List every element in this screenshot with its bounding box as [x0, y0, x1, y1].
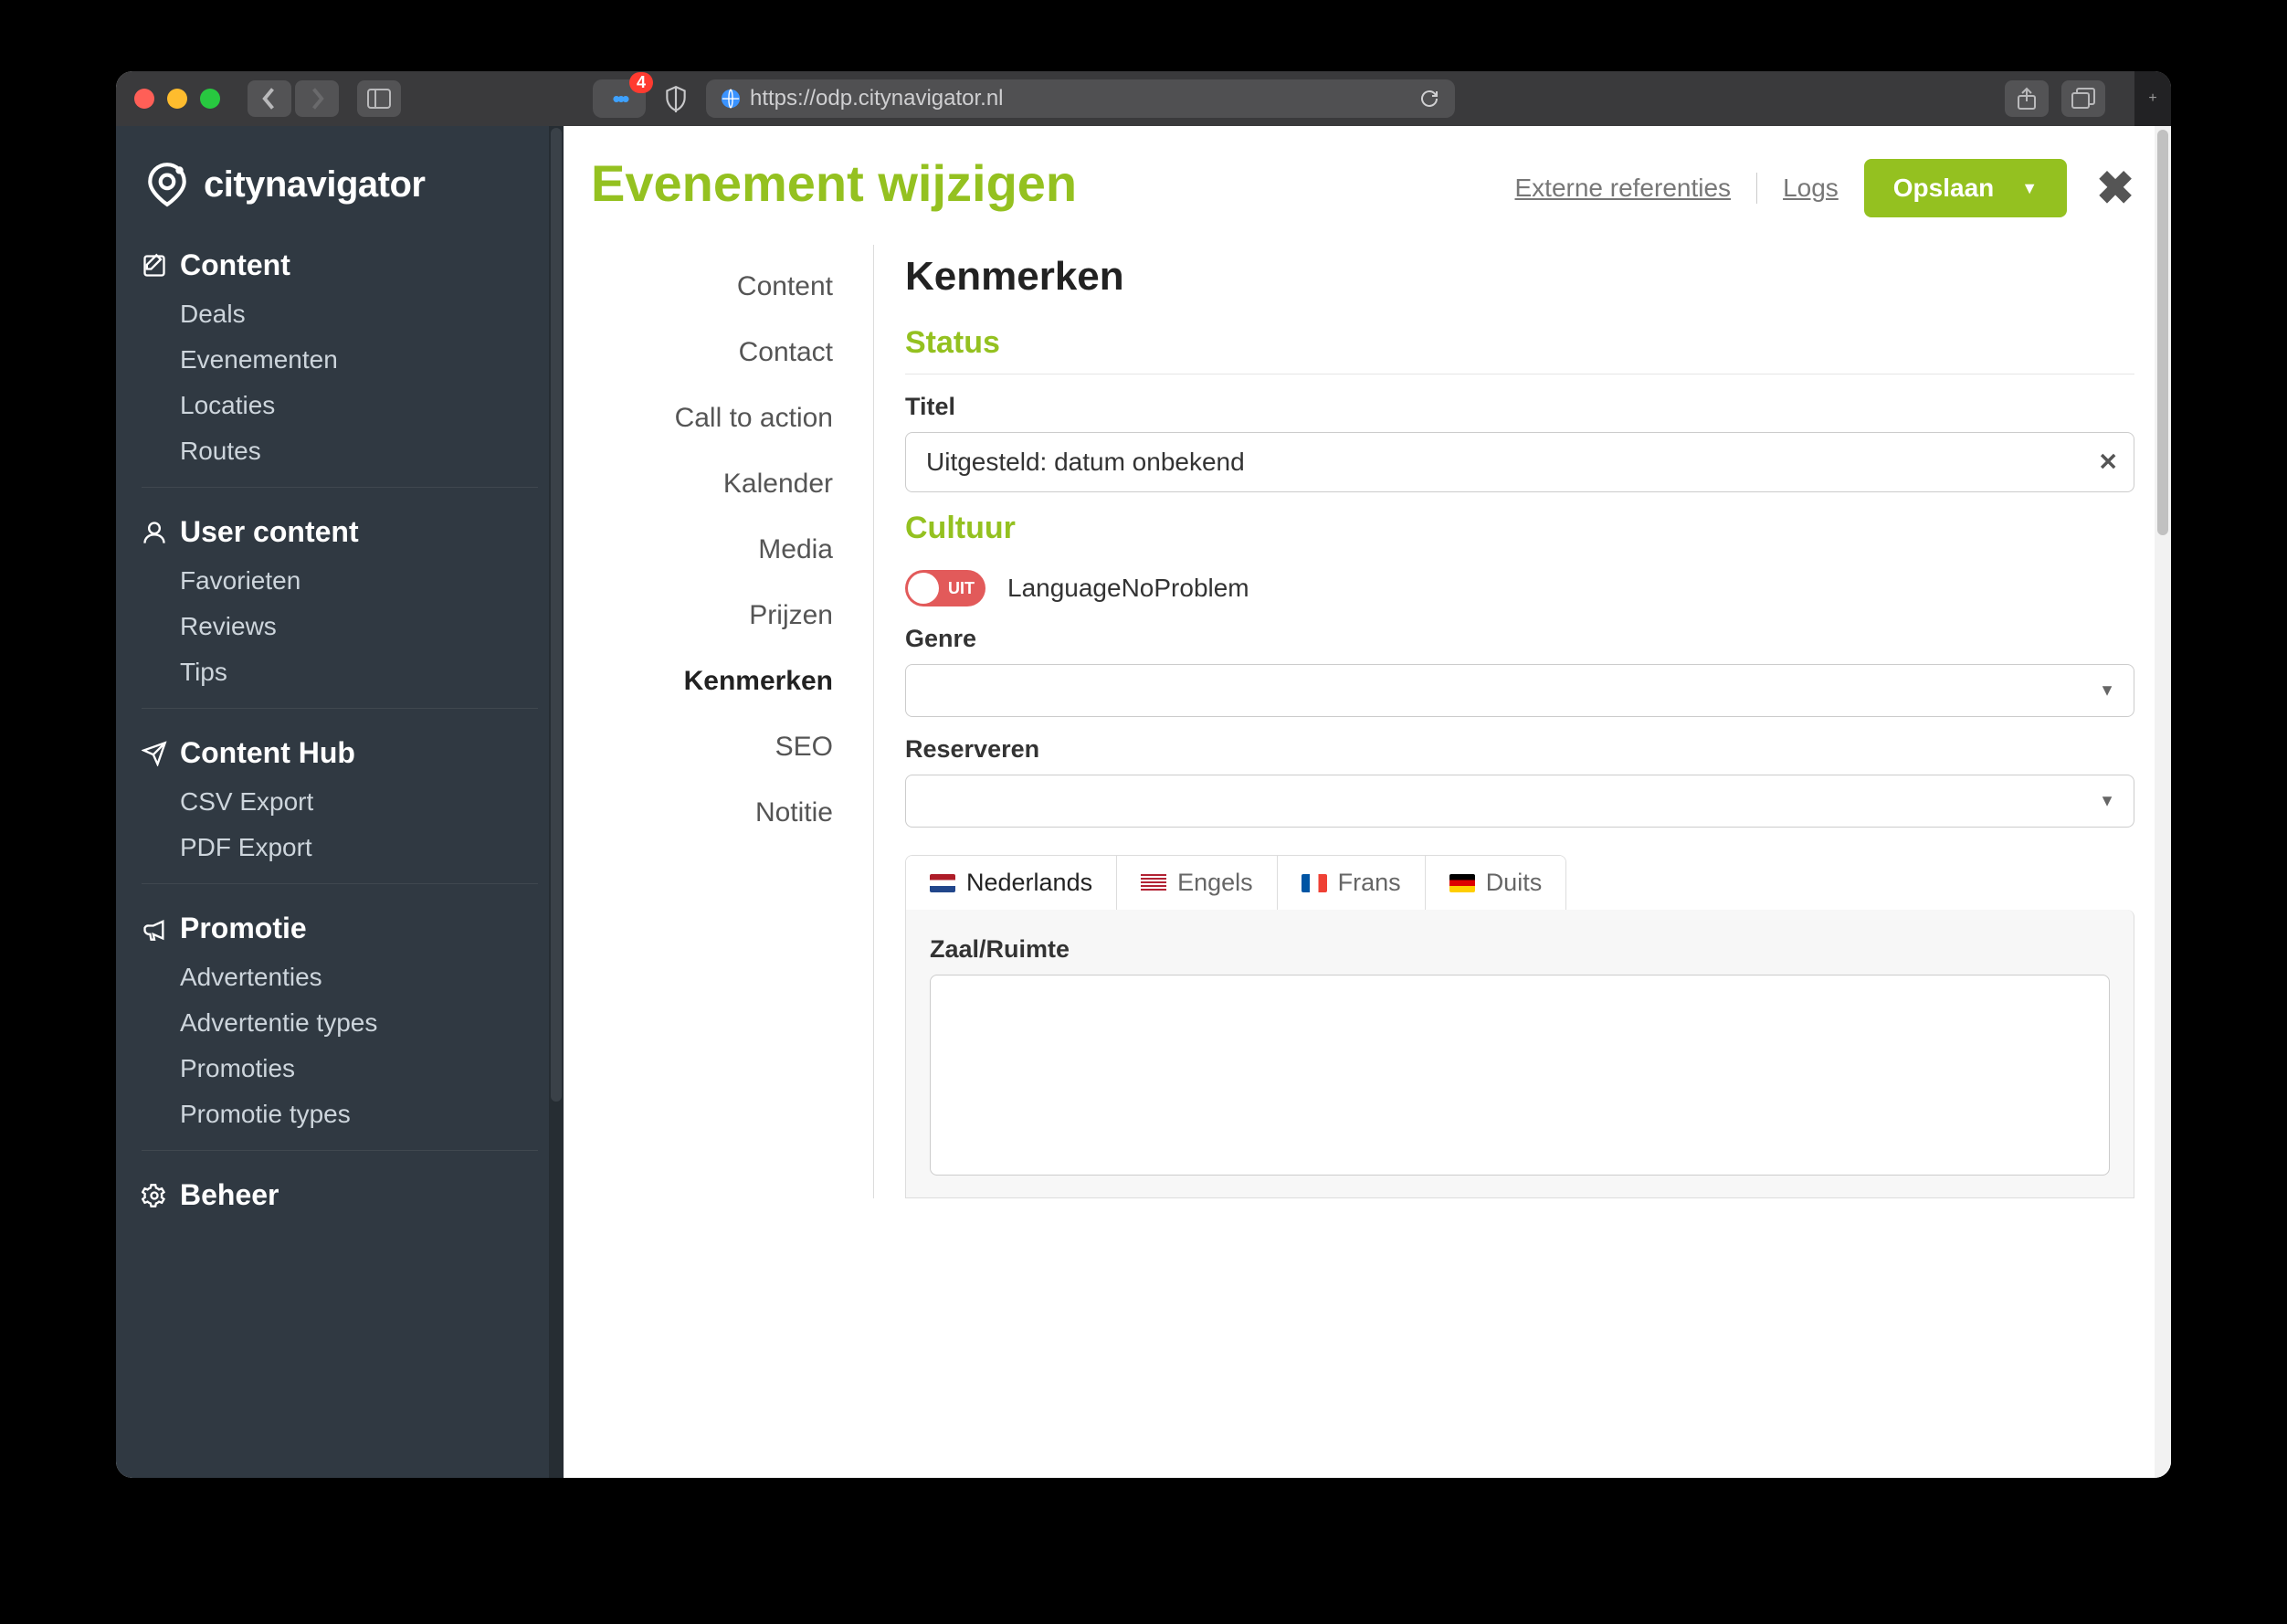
- page-title: Evenement wijzigen: [591, 153, 1077, 213]
- section-nav: ContentContactCall to actionKalenderMedi…: [564, 245, 874, 1198]
- lang-tab-de[interactable]: Duits: [1426, 856, 1566, 910]
- link-logs[interactable]: Logs: [1783, 174, 1839, 203]
- genre-select[interactable]: ▼: [905, 664, 2134, 717]
- brand[interactable]: citynavigator: [116, 142, 564, 236]
- nav-back-button[interactable]: [248, 80, 291, 117]
- section-nav-item[interactable]: Media: [564, 517, 873, 583]
- section-nav-item[interactable]: Call to action: [564, 385, 873, 451]
- flag-fr-icon: [1302, 874, 1327, 892]
- zaal-label: Zaal/Ruimte: [930, 935, 2110, 964]
- page-header: Evenement wijzigen Externe referenties L…: [564, 126, 2171, 245]
- nav-section-head[interactable]: User content: [142, 508, 538, 558]
- nav-section-head[interactable]: Content: [142, 241, 538, 291]
- sidebar-scrollbar[interactable]: [549, 126, 564, 1478]
- nav-section: ContentDealsEvenementenLocatiesRoutes: [142, 241, 538, 474]
- nav-item[interactable]: Reviews: [142, 604, 538, 649]
- flag-nl-icon: [930, 874, 955, 892]
- flag-de-icon: [1449, 874, 1475, 892]
- reserveren-label: Reserveren: [905, 735, 2134, 764]
- nav-item[interactable]: Evenementen: [142, 337, 538, 383]
- window-close[interactable]: [134, 89, 154, 109]
- nav-section: PromotieAdvertentiesAdvertentie typesPro…: [142, 883, 538, 1137]
- language-no-problem-toggle[interactable]: UIT: [905, 570, 985, 606]
- save-button[interactable]: Opslaan ▼: [1864, 159, 2067, 217]
- toggle-knob: [908, 573, 939, 604]
- nav-section-head[interactable]: Beheer: [142, 1171, 538, 1221]
- nav-item[interactable]: Promoties: [142, 1046, 538, 1091]
- genre-label: Genre: [905, 625, 2134, 653]
- lang-tab-nl[interactable]: Nederlands: [906, 856, 1117, 910]
- app-sidebar: citynavigator ContentDealsEvenementenLoc…: [116, 126, 564, 1478]
- nav-item[interactable]: Favorieten: [142, 558, 538, 604]
- nav-section: User contentFavorietenReviewsTips: [142, 487, 538, 695]
- nav-item[interactable]: Advertenties: [142, 954, 538, 1000]
- notification-badge: 4: [629, 72, 653, 93]
- nav-item[interactable]: Advertentie types: [142, 1000, 538, 1046]
- caret-down-icon: ▼: [2099, 792, 2115, 811]
- address-bar[interactable]: https://odp.citynavigator.nl: [706, 79, 1455, 118]
- form-area: Kenmerken Status Titel Uitgesteld: datum…: [874, 245, 2171, 1198]
- brand-text: citynavigator: [204, 164, 425, 206]
- section-nav-item[interactable]: Notitie: [564, 780, 873, 846]
- toggle-label: LanguageNoProblem: [1007, 574, 1249, 603]
- toggle-state-label: UIT: [948, 579, 975, 598]
- main-scrollbar[interactable]: [2155, 126, 2171, 1478]
- nav-section: Content HubCSV ExportPDF Export: [142, 708, 538, 870]
- traffic-lights: [134, 89, 220, 109]
- zaal-textarea[interactable]: [930, 975, 2110, 1176]
- titel-select[interactable]: Uitgesteld: datum onbekend: [905, 432, 2134, 492]
- brand-logo-icon: [143, 161, 191, 208]
- section-nav-item[interactable]: Kalender: [564, 451, 873, 517]
- nav-section-head[interactable]: Promotie: [142, 904, 538, 954]
- reload-icon[interactable]: [1418, 88, 1440, 110]
- extensions-button[interactable]: ••• 4: [593, 79, 646, 118]
- nav-section: Beheer: [142, 1150, 538, 1221]
- nav-item[interactable]: PDF Export: [142, 825, 538, 870]
- close-button[interactable]: ✖: [2096, 162, 2134, 215]
- nav-item[interactable]: Routes: [142, 428, 538, 474]
- section-nav-item[interactable]: Content: [564, 254, 873, 320]
- nav-item[interactable]: Deals: [142, 291, 538, 337]
- sidebar-toggle-button[interactable]: [357, 80, 401, 117]
- nav-item[interactable]: Promotie types: [142, 1091, 538, 1137]
- window-zoom[interactable]: [200, 89, 220, 109]
- main-area: Evenement wijzigen Externe referenties L…: [564, 126, 2171, 1478]
- titlebar: ••• 4 https://odp.citynavigator.nl +: [116, 71, 2171, 126]
- nav-forward-button: [295, 80, 339, 117]
- language-tab-body: Zaal/Ruimte: [905, 910, 2134, 1198]
- language-tabs: NederlandsEngelsFransDuits: [905, 855, 1566, 910]
- divider: [1756, 173, 1757, 204]
- nav-item[interactable]: Tips: [142, 649, 538, 695]
- form-heading: Kenmerken: [905, 254, 2134, 300]
- link-externe-referenties[interactable]: Externe referenties: [1514, 174, 1731, 203]
- share-button[interactable]: [2005, 80, 2049, 117]
- nav-item[interactable]: Locaties: [142, 383, 538, 428]
- site-icon: [721, 89, 741, 109]
- section-cultuur-heading: Cultuur: [905, 511, 2134, 548]
- new-tab-button[interactable]: +: [2134, 71, 2171, 126]
- nav-item[interactable]: CSV Export: [142, 779, 538, 825]
- save-button-label: Opslaan: [1893, 174, 1994, 203]
- section-nav-item[interactable]: Prijzen: [564, 583, 873, 649]
- nav-section-head[interactable]: Content Hub: [142, 729, 538, 779]
- tabs-button[interactable]: [2061, 80, 2105, 117]
- browser-window: ••• 4 https://odp.citynavigator.nl +: [116, 71, 2171, 1478]
- section-status-heading: Status: [905, 325, 2134, 374]
- reserveren-select[interactable]: ▼: [905, 775, 2134, 828]
- url-text: https://odp.citynavigator.nl: [750, 86, 1004, 111]
- lang-tab-en[interactable]: Engels: [1117, 856, 1278, 910]
- lang-tab-fr[interactable]: Frans: [1278, 856, 1426, 910]
- caret-down-icon: ▼: [2021, 179, 2038, 198]
- titel-label: Titel: [905, 393, 2134, 421]
- privacy-shield-icon[interactable]: [657, 85, 695, 112]
- section-nav-item[interactable]: Contact: [564, 320, 873, 385]
- section-nav-item[interactable]: SEO: [564, 714, 873, 780]
- window-minimize[interactable]: [167, 89, 187, 109]
- titel-clear-icon[interactable]: ✕: [2098, 448, 2118, 477]
- caret-down-icon: ▼: [2099, 681, 2115, 701]
- section-nav-item[interactable]: Kenmerken: [564, 649, 873, 714]
- flag-en-icon: [1141, 874, 1166, 892]
